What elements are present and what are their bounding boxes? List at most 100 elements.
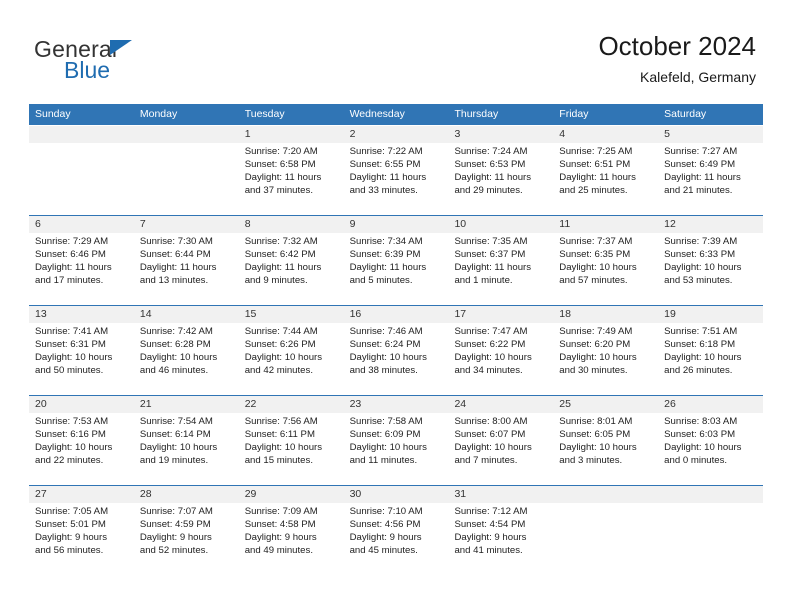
day-cell[interactable]: Sunrise: 8:01 AM Sunset: 6:05 PM Dayligh… [553, 413, 658, 485]
day-cell[interactable]: Sunrise: 7:12 AM Sunset: 4:54 PM Dayligh… [448, 503, 553, 575]
day-number[interactable]: 23 [344, 396, 449, 413]
general-blue-logo[interactable]: General Blue [34, 36, 254, 92]
sunset-text: Sunset: 6:49 PM [664, 158, 736, 170]
day-cell[interactable] [553, 503, 658, 575]
day-cell[interactable]: Sunrise: 7:58 AM Sunset: 6:09 PM Dayligh… [344, 413, 449, 485]
day-number[interactable]: 12 [658, 216, 763, 233]
day-cell[interactable]: Sunrise: 7:41 AM Sunset: 6:31 PM Dayligh… [29, 323, 134, 395]
day-number[interactable]: 13 [29, 306, 134, 323]
day-number[interactable]: 6 [29, 216, 134, 233]
day-cell[interactable]: Sunrise: 7:37 AM Sunset: 6:35 PM Dayligh… [553, 233, 658, 305]
sunset-text: Sunset: 5:01 PM [35, 518, 106, 530]
sunrise-text: Sunrise: 8:00 AM [454, 416, 528, 427]
daylight-text-line2: and 3 minutes. [559, 454, 623, 466]
day-number[interactable] [658, 486, 763, 503]
day-cell[interactable]: Sunrise: 7:05 AM Sunset: 5:01 PM Dayligh… [29, 503, 134, 575]
day-cell[interactable]: Sunrise: 7:49 AM Sunset: 6:20 PM Dayligh… [553, 323, 658, 395]
day-number[interactable] [553, 486, 658, 503]
daylight-text-line2: and 33 minutes. [349, 184, 418, 196]
day-number[interactable]: 21 [134, 396, 239, 413]
day-number[interactable]: 2 [344, 126, 449, 143]
day-number[interactable]: 3 [448, 126, 553, 143]
day-cell[interactable] [134, 143, 239, 215]
sunset-text: Sunset: 6:24 PM [349, 338, 421, 350]
daylight-text-line1: Daylight: 10 hours [664, 351, 742, 363]
day-number[interactable]: 24 [448, 396, 553, 413]
weekday-header-sunday: Sunday [35, 108, 71, 120]
day-number[interactable] [29, 126, 134, 143]
day-number[interactable]: 28 [134, 486, 239, 503]
daylight-text-line2: and 56 minutes. [35, 544, 104, 556]
daylight-text-line1: Daylight: 9 hours [244, 531, 317, 543]
day-number[interactable]: 11 [553, 216, 658, 233]
day-number[interactable]: 25 [553, 396, 658, 413]
day-cell[interactable]: Sunrise: 7:24 AM Sunset: 6:53 PM Dayligh… [448, 143, 553, 215]
sunset-text: Sunset: 4:58 PM [244, 518, 316, 530]
week-row: 20 21 22 23 24 25 26 Sunrise: 7:53 AM Su… [29, 395, 763, 485]
daylight-text-line1: Daylight: 10 hours [349, 351, 427, 363]
day-cell[interactable]: Sunrise: 7:22 AM Sunset: 6:55 PM Dayligh… [344, 143, 449, 215]
day-cell[interactable]: Sunrise: 8:00 AM Sunset: 6:07 PM Dayligh… [448, 413, 553, 485]
day-cell[interactable]: Sunrise: 7:35 AM Sunset: 6:37 PM Dayligh… [448, 233, 553, 305]
day-cell[interactable]: Sunrise: 7:44 AM Sunset: 6:26 PM Dayligh… [239, 323, 344, 395]
day-number[interactable]: 8 [239, 216, 344, 233]
day-cell[interactable] [29, 143, 134, 215]
day-number[interactable]: 4 [553, 126, 658, 143]
day-number[interactable]: 30 [344, 486, 449, 503]
sunrise-text: Sunrise: 7:46 AM [349, 326, 423, 337]
day-cell[interactable]: Sunrise: 7:25 AM Sunset: 6:51 PM Dayligh… [553, 143, 658, 215]
week-detail-row: Sunrise: 7:05 AM Sunset: 5:01 PM Dayligh… [29, 503, 763, 575]
logo-text-blue: Blue [64, 57, 111, 83]
sunrise-text: Sunrise: 7:58 AM [349, 416, 423, 427]
day-cell[interactable]: Sunrise: 7:54 AM Sunset: 6:14 PM Dayligh… [134, 413, 239, 485]
daylight-text-line2: and 50 minutes. [35, 364, 104, 376]
day-cell[interactable]: Sunrise: 7:27 AM Sunset: 6:49 PM Dayligh… [658, 143, 763, 215]
day-number[interactable]: 7 [134, 216, 239, 233]
day-number[interactable]: 27 [29, 486, 134, 503]
day-number[interactable]: 15 [239, 306, 344, 323]
day-number[interactable]: 17 [448, 306, 553, 323]
sunset-text: Sunset: 6:44 PM [139, 248, 211, 260]
day-cell[interactable]: Sunrise: 7:42 AM Sunset: 6:28 PM Dayligh… [134, 323, 239, 395]
day-number[interactable]: 14 [134, 306, 239, 323]
day-number[interactable]: 26 [658, 396, 763, 413]
day-number[interactable]: 1 [239, 126, 344, 143]
day-number[interactable]: 22 [239, 396, 344, 413]
day-cell[interactable]: Sunrise: 7:53 AM Sunset: 6:16 PM Dayligh… [29, 413, 134, 485]
day-cell[interactable]: Sunrise: 8:03 AM Sunset: 6:03 PM Dayligh… [658, 413, 763, 485]
day-cell[interactable]: Sunrise: 7:34 AM Sunset: 6:39 PM Dayligh… [344, 233, 449, 305]
day-cell[interactable]: Sunrise: 7:20 AM Sunset: 6:58 PM Dayligh… [239, 143, 344, 215]
day-cell[interactable]: Sunrise: 7:47 AM Sunset: 6:22 PM Dayligh… [448, 323, 553, 395]
weekday-header-friday: Friday [559, 108, 589, 120]
day-number[interactable]: 29 [239, 486, 344, 503]
day-number[interactable]: 31 [448, 486, 553, 503]
sunrise-text: Sunrise: 7:53 AM [35, 416, 109, 427]
week-detail-row: Sunrise: 7:41 AM Sunset: 6:31 PM Dayligh… [29, 323, 763, 395]
sunset-text: Sunset: 6:20 PM [559, 338, 631, 350]
day-number[interactable]: 9 [344, 216, 449, 233]
sunset-text: Sunset: 6:28 PM [139, 338, 211, 350]
day-cell[interactable]: Sunrise: 7:09 AM Sunset: 4:58 PM Dayligh… [239, 503, 344, 575]
day-cell[interactable]: Sunrise: 7:46 AM Sunset: 6:24 PM Dayligh… [344, 323, 449, 395]
day-cell[interactable]: Sunrise: 7:56 AM Sunset: 6:11 PM Dayligh… [239, 413, 344, 485]
daylight-text-line2: and 19 minutes. [139, 454, 209, 466]
day-cell[interactable]: Sunrise: 7:39 AM Sunset: 6:33 PM Dayligh… [658, 233, 763, 305]
day-cell[interactable]: Sunrise: 7:51 AM Sunset: 6:18 PM Dayligh… [658, 323, 763, 395]
day-cell[interactable]: Sunrise: 7:07 AM Sunset: 4:59 PM Dayligh… [134, 503, 239, 575]
day-number[interactable]: 10 [448, 216, 553, 233]
sunrise-text: Sunrise: 7:51 AM [664, 326, 738, 337]
day-number[interactable]: 20 [29, 396, 134, 413]
day-cell[interactable]: Sunrise: 7:30 AM Sunset: 6:44 PM Dayligh… [134, 233, 239, 305]
day-number[interactable]: 5 [658, 126, 763, 143]
day-number[interactable]: 16 [344, 306, 449, 323]
day-number[interactable] [134, 126, 239, 143]
daylight-text-line1: Daylight: 10 hours [559, 351, 637, 363]
day-cell[interactable]: Sunrise: 7:10 AM Sunset: 4:56 PM Dayligh… [344, 503, 449, 575]
sunset-text: Sunset: 6:18 PM [664, 338, 736, 350]
day-cell[interactable]: Sunrise: 7:29 AM Sunset: 6:46 PM Dayligh… [29, 233, 134, 305]
day-number[interactable]: 18 [553, 306, 658, 323]
day-cell[interactable]: Sunrise: 7:32 AM Sunset: 6:42 PM Dayligh… [239, 233, 344, 305]
daylight-text-line1: Daylight: 10 hours [664, 261, 742, 273]
day-cell[interactable] [658, 503, 763, 575]
day-number[interactable]: 19 [658, 306, 763, 323]
